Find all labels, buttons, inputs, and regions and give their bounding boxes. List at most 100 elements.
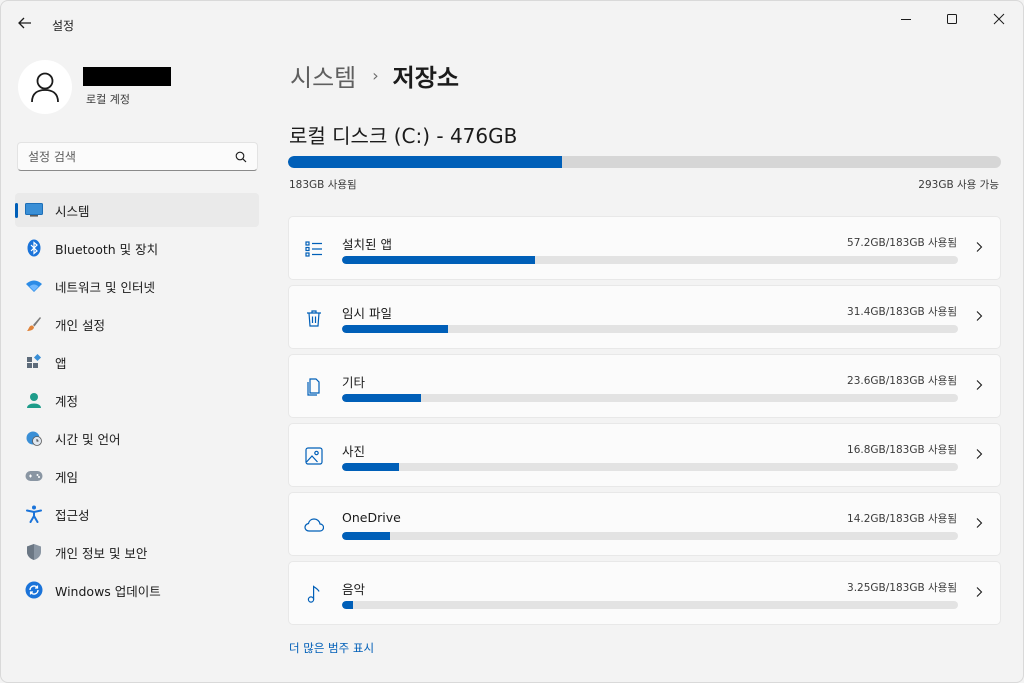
category-card-installed-apps[interactable]: 설치된 앱 57.2GB/183GB 사용됨 (288, 216, 1001, 280)
sidebar-item-personalization[interactable]: 개인 설정 (15, 307, 259, 341)
category-usage-bar-fill (342, 325, 448, 333)
category-usage-bar-fill (342, 601, 353, 609)
chevron-right-icon (976, 449, 983, 459)
title-bar: 설정 (1, 1, 1023, 41)
music-icon (304, 584, 324, 604)
close-icon (993, 13, 1005, 25)
category-usage-bar-fill (342, 532, 390, 540)
sidebar-item-gaming[interactable]: 게임 (15, 459, 259, 493)
user-icon (31, 72, 59, 103)
category-usage: 57.2GB/183GB 사용됨 (847, 237, 957, 249)
sidebar-item-label: 앱 (55, 355, 67, 371)
category-label: 설치된 앱 (342, 237, 392, 252)
search-input[interactable] (28, 148, 228, 166)
category-usage-bar-fill (342, 256, 535, 264)
category-label: OneDrive (342, 510, 401, 525)
sidebar-item-accessibility[interactable]: 접근성 (15, 497, 259, 531)
minimize-button[interactable] (883, 1, 929, 37)
cloud-icon (304, 515, 324, 535)
category-usage-bar-fill (342, 463, 399, 471)
bluetooth-icon (25, 239, 43, 257)
sidebar-item-label: 계정 (55, 393, 79, 409)
shield-icon (25, 543, 43, 561)
sidebar-item-label: 시스템 (55, 203, 90, 219)
gamepad-icon (25, 467, 43, 485)
minimize-icon (901, 19, 911, 20)
breadcrumb: 시스템 › 저장소 (290, 58, 459, 93)
category-label: 기타 (342, 375, 366, 390)
sidebar-item-bluetooth[interactable]: Bluetooth 및 장치 (15, 231, 259, 265)
back-button[interactable] (11, 11, 39, 35)
app-title: 설정 (52, 19, 75, 33)
category-label: 임시 파일 (342, 306, 392, 321)
category-card-music[interactable]: 음악 3.25GB/183GB 사용됨 (288, 561, 1001, 625)
chevron-right-icon (976, 587, 983, 597)
category-card-other[interactable]: 기타 23.6GB/183GB 사용됨 (288, 354, 1001, 418)
search-box[interactable] (17, 142, 258, 171)
show-more-categories-link[interactable]: 더 많은 범주 표시 (289, 640, 374, 656)
sidebar-item-accounts[interactable]: 계정 (15, 383, 259, 417)
system-icon (25, 201, 43, 219)
search-icon[interactable] (235, 151, 247, 163)
chevron-right-icon (976, 380, 983, 390)
chevron-right-icon (976, 311, 983, 321)
category-usage: 14.2GB/183GB 사용됨 (847, 513, 957, 525)
category-card-temp-files[interactable]: 임시 파일 31.4GB/183GB 사용됨 (288, 285, 1001, 349)
image-icon (304, 446, 324, 466)
chevron-right-icon (976, 242, 983, 252)
apps-list-icon (304, 239, 324, 259)
maximize-icon (947, 14, 957, 24)
redacted-account-name (83, 67, 171, 86)
category-usage-bar (342, 532, 958, 540)
sidebar-item-label: Bluetooth 및 장치 (55, 241, 159, 257)
close-button[interactable] (976, 1, 1022, 37)
category-usage-bar (342, 325, 958, 333)
sidebar-item-label: 시간 및 언어 (55, 431, 121, 447)
category-usage: 3.25GB/183GB 사용됨 (847, 582, 957, 594)
disk-used-label: 183GB 사용됨 (289, 179, 357, 191)
category-card-onedrive[interactable]: OneDrive 14.2GB/183GB 사용됨 (288, 492, 1001, 556)
chevron-right-icon (976, 518, 983, 528)
category-usage: 23.6GB/183GB 사용됨 (847, 375, 957, 387)
maximize-button[interactable] (929, 1, 975, 37)
storage-categories: 설치된 앱 57.2GB/183GB 사용됨 임시 파일 31.4GB/183G… (288, 216, 1001, 630)
sidebar-item-apps[interactable]: 앱 (15, 345, 259, 379)
sidebar-item-label: 네트워크 및 인터넷 (55, 279, 155, 295)
accessibility-icon (25, 505, 43, 523)
sidebar-item-label: 게임 (55, 469, 79, 485)
update-icon (25, 581, 43, 599)
disk-usage-bar-fill (288, 156, 563, 168)
disk-usage-bar (288, 156, 1001, 168)
category-usage-bar (342, 256, 958, 264)
breadcrumb-parent[interactable]: 시스템 (290, 58, 356, 93)
wifi-icon (25, 277, 43, 295)
apps-icon (25, 353, 43, 371)
category-label: 음악 (342, 582, 366, 597)
disk-free-label: 293GB 사용 가능 (918, 179, 999, 191)
sidebar-item-privacy[interactable]: 개인 정보 및 보안 (15, 535, 259, 569)
sidebar-item-label: 개인 정보 및 보안 (55, 545, 148, 561)
page-title: 저장소 (392, 64, 459, 92)
sidebar-item-windows-update[interactable]: Windows 업데이트 (15, 573, 259, 607)
category-usage-bar (342, 601, 958, 609)
category-usage-bar (342, 463, 958, 471)
category-label: 사진 (342, 444, 366, 459)
breadcrumb-separator: › (372, 66, 379, 85)
account-type-label: 로컬 계정 (86, 93, 130, 106)
brush-icon (25, 315, 43, 333)
category-usage-bar-fill (342, 394, 422, 402)
account-icon (25, 391, 43, 409)
sidebar-item-system[interactable]: 시스템 (15, 193, 259, 227)
category-usage: 31.4GB/183GB 사용됨 (847, 306, 957, 318)
sidebar-item-network[interactable]: 네트워크 및 인터넷 (15, 269, 259, 303)
sidebar-item-label: 개인 설정 (55, 317, 105, 333)
sidebar-item-label: 접근성 (55, 507, 90, 523)
category-card-pictures[interactable]: 사진 16.8GB/183GB 사용됨 (288, 423, 1001, 487)
category-usage-bar (342, 394, 958, 402)
sidebar-item-time-language[interactable]: 시간 및 언어 (15, 421, 259, 455)
settings-window: 설정 로컬 계정 시스템 (0, 0, 1024, 683)
avatar[interactable] (18, 60, 72, 114)
sidebar-nav: 시스템 Bluetooth 및 장치 네트워크 및 인터넷 개인 설정 앱 계정… (15, 193, 259, 611)
sidebar-item-label: Windows 업데이트 (55, 583, 161, 599)
disk-title: 로컬 디스크 (C:) - 476GB (289, 124, 518, 148)
